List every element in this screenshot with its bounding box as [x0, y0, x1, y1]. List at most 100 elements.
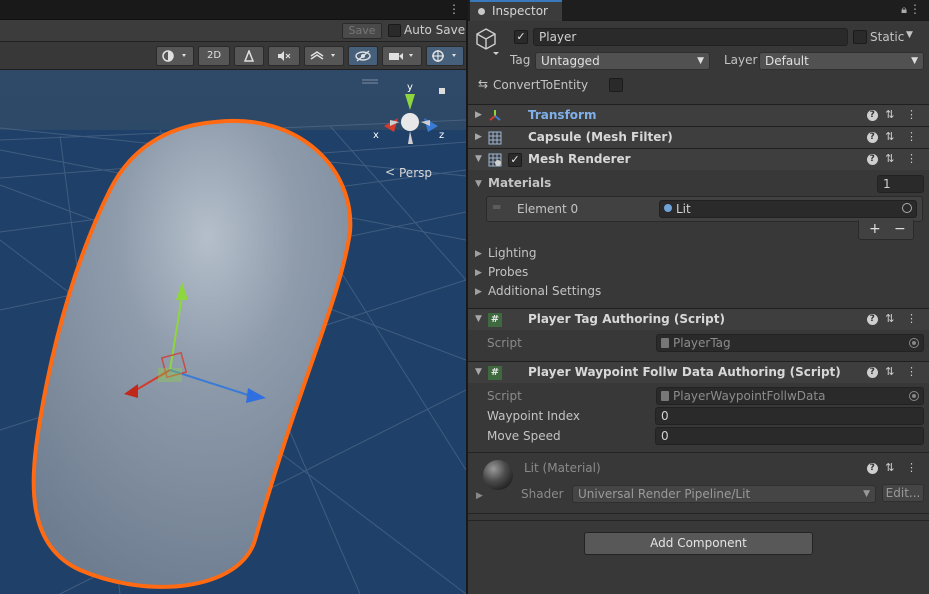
lighting-label[interactable]: Lighting: [488, 246, 537, 260]
persp-icon: <: [385, 165, 395, 179]
probes-label[interactable]: Probes: [488, 265, 528, 279]
help-icon: ?: [866, 110, 878, 121]
mesh-filter-header[interactable]: ▶ Capsule (Mesh Filter) ? ⇅ ⋮: [468, 126, 929, 148]
tag-label: Tag: [510, 53, 531, 67]
element-0-field[interactable]: Lit: [659, 200, 917, 218]
layer-dropdown-value: Default: [765, 54, 809, 68]
material-sphere-icon: [483, 460, 513, 490]
player-tag-script-value: PlayerTag: [673, 336, 731, 350]
lighting-fold-icon[interactable]: ▶: [475, 249, 482, 259]
transform-icon: [489, 110, 501, 121]
shader-value: Universal Render Pipeline/Lit: [578, 487, 751, 501]
component-header-buttons[interactable]: ? ⇅ ⋮: [866, 108, 921, 121]
mesh-renderer-enabled-checkbox[interactable]: ✓: [508, 153, 522, 167]
add-component-button[interactable]: Add Component: [584, 532, 813, 555]
transform-header[interactable]: ▶ Transform ? ⇅ ⋮: [468, 104, 929, 126]
help-icon: ?: [866, 154, 878, 165]
lock-icon[interactable]: 🔒︎: [901, 3, 907, 17]
2d-mode-button[interactable]: 2D: [198, 46, 230, 66]
object-picker-icon: [909, 391, 919, 401]
layer-dropdown[interactable]: Default ▼: [759, 52, 924, 70]
active-checkbox[interactable]: ✓: [514, 30, 528, 44]
static-dropdown-icon[interactable]: ▼: [906, 30, 913, 40]
component-header-buttons[interactable]: ? ⇅ ⋮: [866, 312, 921, 325]
scene-save-bar: Save Auto Save: [0, 20, 466, 42]
material-preview: ▶ Lit (Material) ? ⇅ ⋮ Shader Universal …: [468, 452, 929, 514]
object-picker-icon[interactable]: [902, 203, 912, 213]
mesh-filter-icon: [488, 131, 502, 145]
move-speed-field[interactable]: 0: [655, 427, 924, 445]
material-fold-icon[interactable]: ▶: [476, 491, 483, 501]
component-header-buttons[interactable]: ? ⇅ ⋮: [866, 130, 921, 143]
waypoint-index-field[interactable]: 0: [655, 407, 924, 425]
player-tag-script-label: Script: [487, 336, 522, 350]
divider: [468, 520, 929, 521]
scene-tab-bar: ⋮: [0, 0, 466, 20]
materials-count-field[interactable]: 1: [877, 175, 924, 193]
camera-dropdown-icon[interactable]: [382, 46, 422, 66]
move-speed-label: Move Speed: [487, 429, 561, 443]
fold-down-icon[interactable]: ▼: [475, 314, 482, 324]
static-checkbox[interactable]: [853, 30, 867, 44]
gizmo-axis-z-label: z: [439, 130, 444, 141]
tag-dropdown-value: Untagged: [541, 54, 600, 68]
object-name-field[interactable]: Player: [533, 28, 848, 46]
additional-settings-label[interactable]: Additional Settings: [488, 284, 601, 298]
list-add-remove: + −: [858, 220, 914, 240]
gizmos-dropdown-icon[interactable]: [426, 46, 464, 66]
waypoint-script-field: PlayerWaypointFollwData: [656, 387, 924, 405]
remove-element-button[interactable]: −: [894, 221, 906, 237]
help-icon: ?: [866, 463, 878, 474]
fold-down-icon[interactable]: ▼: [475, 154, 482, 164]
additional-settings-fold-icon[interactable]: ▶: [475, 287, 482, 297]
scene-view: ⋮ Save Auto Save 2D y x z < Persp: [0, 0, 466, 594]
mesh-renderer-icon: [488, 153, 502, 167]
help-icon: ?: [866, 314, 878, 325]
convert-entity-checkbox[interactable]: [609, 78, 623, 92]
gizmo-axis-y-label: y: [407, 82, 413, 93]
waypoint-script-value: PlayerWaypointFollwData: [673, 389, 826, 403]
help-icon: ?: [866, 132, 878, 143]
player-tag-title: Player Tag Authoring (Script): [528, 312, 725, 326]
effects-dropdown-icon[interactable]: [304, 46, 344, 66]
materials-fold-icon[interactable]: ▼: [475, 179, 482, 189]
gameobject-icon[interactable]: [475, 27, 501, 57]
shading-mode-button[interactable]: [156, 46, 194, 66]
gizmo-lock-icon[interactable]: [439, 88, 445, 94]
component-header-buttons[interactable]: ? ⇅ ⋮: [866, 365, 921, 378]
persp-label[interactable]: Persp: [399, 166, 432, 180]
waypoint-header[interactable]: ▼ # Player Waypoint Follw Data Authoring…: [468, 361, 929, 383]
material-header-buttons[interactable]: ? ⇅ ⋮: [866, 461, 921, 474]
add-element-button[interactable]: +: [869, 221, 881, 237]
material-icon: [664, 204, 672, 212]
element-0-value: Lit: [676, 202, 691, 216]
mesh-renderer-header[interactable]: ▼ ✓ Mesh Renderer ? ⇅ ⋮: [468, 148, 929, 170]
auto-save-checkbox[interactable]: [388, 24, 401, 37]
player-tag-header[interactable]: ▼ # Player Tag Authoring (Script) ? ⇅ ⋮: [468, 308, 929, 330]
visibility-toggle-icon[interactable]: [348, 46, 378, 66]
edit-shader-button[interactable]: Edit...: [882, 484, 924, 502]
materials-label: Materials: [488, 176, 552, 190]
fold-down-icon[interactable]: ▼: [475, 367, 482, 377]
scene-viewport[interactable]: y x z < Persp: [0, 70, 466, 594]
player-tag-script-field: PlayerTag: [656, 334, 924, 352]
fold-right-icon[interactable]: ▶: [475, 132, 482, 142]
inspector-menu-icon[interactable]: ⋮: [909, 2, 921, 16]
auto-save-label: Auto Save: [404, 23, 466, 37]
probes-fold-icon[interactable]: ▶: [475, 268, 482, 278]
script-icon: #: [488, 366, 502, 380]
transform-title: Transform: [528, 108, 597, 122]
save-button[interactable]: Save: [342, 23, 382, 39]
drag-handle-icon[interactable]: ═: [493, 200, 500, 214]
tag-dropdown[interactable]: Untagged ▼: [535, 52, 710, 70]
fold-right-icon[interactable]: ▶: [475, 110, 482, 120]
inspector-panel: Inspector 🔒︎ ⋮ ✓ Player Static ▼ Tag Unt…: [468, 0, 929, 594]
tab-inspector[interactable]: Inspector: [470, 0, 562, 21]
gizmo-axis-x-label: x: [373, 130, 379, 141]
audio-toggle-icon[interactable]: [268, 46, 300, 66]
lighting-toggle-icon[interactable]: [234, 46, 264, 66]
materials-list: ═ Element 0 Lit: [486, 196, 923, 222]
shader-dropdown[interactable]: Universal Render Pipeline/Lit ▼: [572, 485, 876, 503]
component-header-buttons[interactable]: ? ⇅ ⋮: [866, 152, 921, 165]
scene-menu-icon[interactable]: ⋮: [448, 2, 460, 16]
